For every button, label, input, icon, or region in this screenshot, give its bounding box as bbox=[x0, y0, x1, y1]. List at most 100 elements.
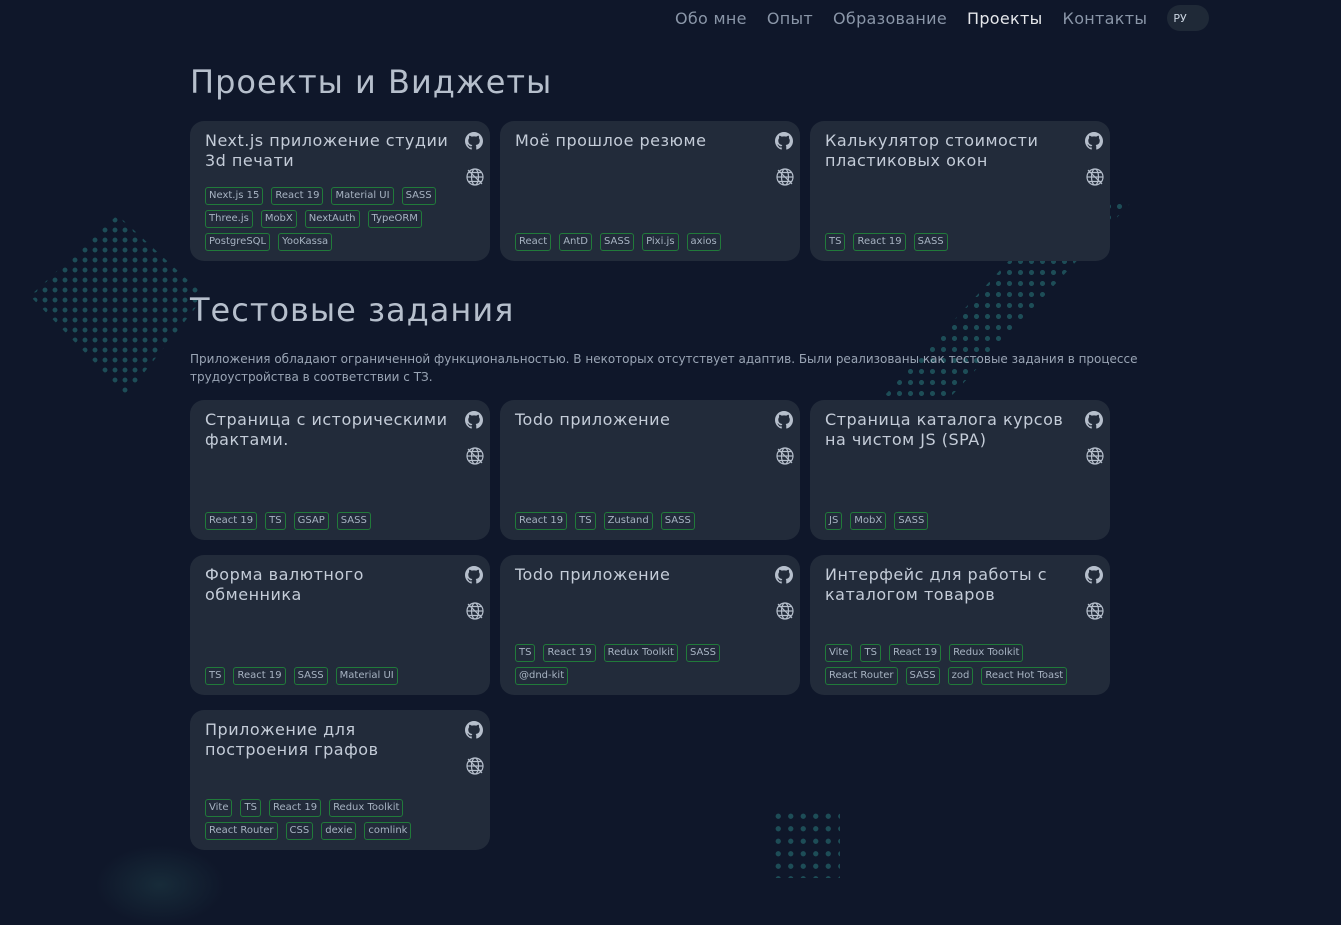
card-links bbox=[465, 721, 484, 775]
card-title: Моё прошлое резюме bbox=[515, 131, 707, 150]
tech-tag: TS bbox=[265, 512, 286, 530]
tech-tag: Redux Toolkit bbox=[329, 799, 404, 817]
tech-tag: SASS bbox=[894, 512, 929, 530]
globe-icon[interactable] bbox=[465, 167, 484, 186]
tech-tag: MobX bbox=[850, 512, 887, 530]
background-glow bbox=[95, 845, 225, 925]
tech-tag: comlink bbox=[364, 822, 412, 840]
project-card: Калькулятор стоимости пластиковых окон TS… bbox=[810, 121, 1110, 261]
project-card: Моё прошлое резюме React AntD SASS Pixi.js ax… bbox=[500, 121, 800, 261]
tech-tag: Vite bbox=[205, 799, 233, 817]
tag-list: TS React 19 SASS bbox=[825, 233, 1070, 251]
tech-tag: React Router bbox=[205, 822, 278, 840]
card-title: Страница каталога курсов на чистом JS (S… bbox=[825, 410, 1064, 449]
tech-tag: SASS bbox=[685, 644, 721, 662]
tech-tag: React Router bbox=[825, 667, 898, 685]
tech-tag: axios bbox=[686, 233, 721, 251]
tech-tag: TS bbox=[205, 667, 226, 685]
project-card: Todo приложение React 19 TS Zustand SASS bbox=[500, 400, 800, 540]
github-icon[interactable] bbox=[1085, 411, 1103, 429]
nav-education[interactable]: Образование bbox=[833, 9, 947, 28]
nav-projects[interactable]: Проекты bbox=[967, 9, 1043, 28]
dot-pattern-left bbox=[30, 215, 205, 395]
card-title: Todo приложение bbox=[515, 410, 671, 429]
globe-icon[interactable] bbox=[1085, 446, 1104, 465]
github-icon[interactable] bbox=[1085, 132, 1103, 150]
tech-tag: dexie bbox=[321, 822, 357, 840]
project-card: Next.js приложение студии 3d печати Next.… bbox=[190, 121, 490, 261]
globe-icon[interactable] bbox=[775, 446, 794, 465]
tech-tag: React bbox=[515, 233, 552, 251]
github-icon[interactable] bbox=[775, 566, 793, 584]
tech-tag: JS bbox=[825, 512, 843, 530]
github-icon[interactable] bbox=[465, 411, 483, 429]
tech-tag: SASS bbox=[401, 187, 436, 205]
tech-tag: React 19 bbox=[888, 644, 942, 662]
tech-tag: React 19 bbox=[268, 799, 322, 817]
globe-icon[interactable] bbox=[1085, 167, 1104, 186]
tech-tag: TS bbox=[240, 799, 261, 817]
tag-list: Vite TS React 19 Redux Toolkit React Router C… bbox=[205, 799, 450, 840]
card-links bbox=[465, 411, 484, 465]
card-links bbox=[775, 411, 794, 465]
tag-list: TS React 19 Redux Toolkit SASS @dnd-kit bbox=[515, 644, 760, 685]
globe-icon[interactable] bbox=[465, 446, 484, 465]
tech-tag: AntD bbox=[559, 233, 593, 251]
nav-about[interactable]: Обо мне bbox=[675, 9, 747, 28]
github-icon[interactable] bbox=[775, 132, 793, 150]
globe-icon[interactable] bbox=[465, 601, 484, 620]
tech-tag: Three.js bbox=[205, 210, 253, 228]
github-icon[interactable] bbox=[775, 411, 793, 429]
card-title: Next.js приложение студии 3d печати bbox=[205, 131, 449, 170]
tech-tag: YooKassa bbox=[278, 233, 333, 251]
globe-icon[interactable] bbox=[775, 167, 794, 186]
github-icon[interactable] bbox=[1085, 566, 1103, 584]
tech-tag: React 19 bbox=[515, 512, 568, 530]
tech-tag: SASS bbox=[600, 233, 635, 251]
card-title: Todo приложение bbox=[515, 565, 671, 584]
globe-icon[interactable] bbox=[1085, 601, 1104, 620]
language-toggle[interactable]: РУ bbox=[1167, 5, 1210, 31]
tech-tag: TS bbox=[515, 644, 536, 662]
project-card: Todo приложение TS React 19 Redux Toolkit SA… bbox=[500, 555, 800, 695]
project-card: Страница с историческими фактами. React 1… bbox=[190, 400, 490, 540]
projects-title: Проекты и Виджеты bbox=[190, 63, 553, 101]
tests-grid: Страница с историческими фактами. React 1… bbox=[190, 400, 1110, 850]
card-title: Форма валютного обменника bbox=[205, 565, 364, 604]
github-icon[interactable] bbox=[465, 132, 483, 150]
card-title: Страница с историческими фактами. bbox=[205, 410, 448, 449]
projects-grid: Next.js приложение студии 3d печати Next.… bbox=[190, 121, 1110, 261]
tech-tag: NextAuth bbox=[304, 210, 360, 228]
nav-experience[interactable]: Опыт bbox=[767, 9, 813, 28]
tech-tag: Pixi.js bbox=[642, 233, 679, 251]
card-links bbox=[465, 566, 484, 620]
tech-tag: Vite bbox=[825, 644, 853, 662]
card-links bbox=[775, 566, 794, 620]
tech-tag: React 19 bbox=[205, 512, 258, 530]
github-icon[interactable] bbox=[465, 721, 483, 739]
globe-icon[interactable] bbox=[775, 601, 794, 620]
tech-tag: @dnd-kit bbox=[515, 667, 569, 685]
tech-tag: Material UI bbox=[331, 187, 394, 205]
project-card: Форма валютного обменника TS React 19 SASS M… bbox=[190, 555, 490, 695]
card-title: Интерфейс для работы с каталогом товаров bbox=[825, 565, 1048, 604]
tech-tag: SASS bbox=[336, 512, 371, 530]
tech-tag: Material UI bbox=[335, 667, 398, 685]
github-icon[interactable] bbox=[465, 566, 483, 584]
top-nav: Обо мне Опыт Образование Проекты Контакт… bbox=[675, 0, 1210, 36]
tech-tag: GSAP bbox=[293, 512, 329, 530]
card-title: Приложение для построения графов bbox=[205, 720, 379, 759]
tag-list: Next.js 15 React 19 Material UI SASS Three.j… bbox=[205, 187, 450, 251]
globe-icon[interactable] bbox=[465, 756, 484, 775]
card-links bbox=[1085, 411, 1104, 465]
tech-tag: Next.js 15 bbox=[205, 187, 264, 205]
tech-tag: TS bbox=[575, 512, 596, 530]
tech-tag: PostgreSQL bbox=[205, 233, 271, 251]
tag-list: Vite TS React 19 Redux Toolkit React Router S… bbox=[825, 644, 1070, 685]
tech-tag: Zustand bbox=[603, 512, 653, 530]
nav-contacts[interactable]: Контакты bbox=[1063, 9, 1148, 28]
tag-list: React 19 TS Zustand SASS bbox=[515, 512, 760, 530]
tech-tag: TS bbox=[860, 644, 881, 662]
tech-tag: React 19 bbox=[233, 667, 286, 685]
tests-title: Тестовые задания bbox=[190, 291, 515, 329]
